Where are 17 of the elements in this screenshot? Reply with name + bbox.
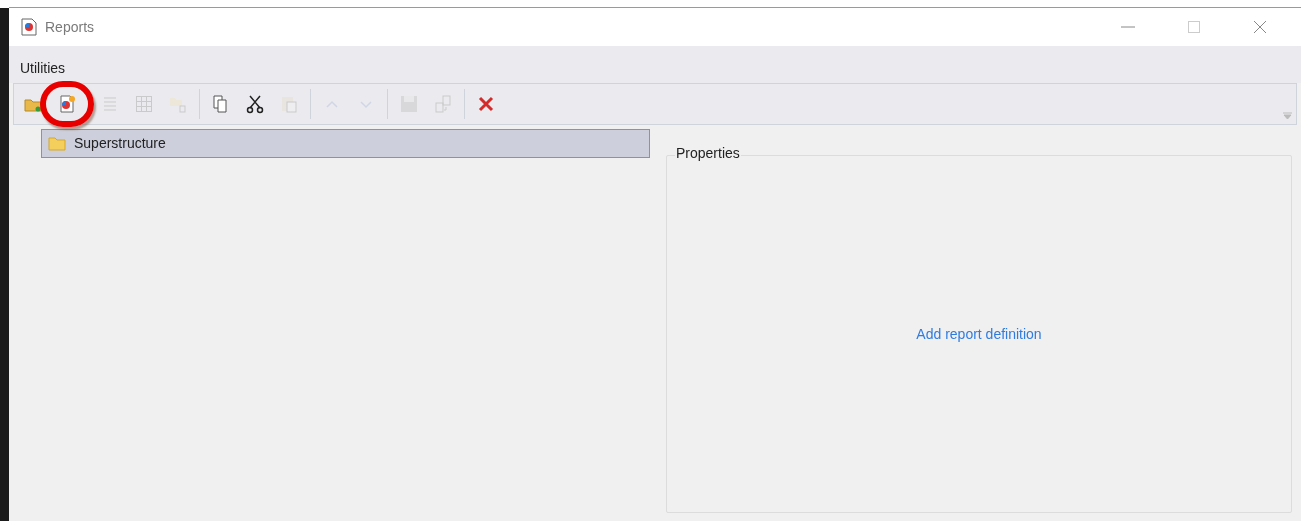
- report-icon: [57, 94, 77, 114]
- folder-icon: [48, 136, 66, 151]
- close-icon: [476, 94, 496, 114]
- report-icon: [21, 18, 37, 36]
- documents-icon: [433, 94, 453, 114]
- add-report-link[interactable]: Add report definition: [916, 323, 1042, 345]
- overflow-icon[interactable]: [1283, 112, 1292, 120]
- maximize-icon: [1188, 21, 1200, 33]
- clipboard-icon: [279, 94, 299, 114]
- menu-item[interactable]: Utilities: [16, 58, 70, 79]
- window-title: Reports: [45, 17, 95, 37]
- tree-item-label: Superstructure: [74, 134, 166, 153]
- close-icon: [1253, 20, 1267, 34]
- minimize-icon: [1121, 26, 1135, 28]
- grid-icon: [134, 94, 154, 114]
- scissors-icon: [245, 94, 265, 114]
- tree-item[interactable]: Superstructure: [41, 129, 650, 158]
